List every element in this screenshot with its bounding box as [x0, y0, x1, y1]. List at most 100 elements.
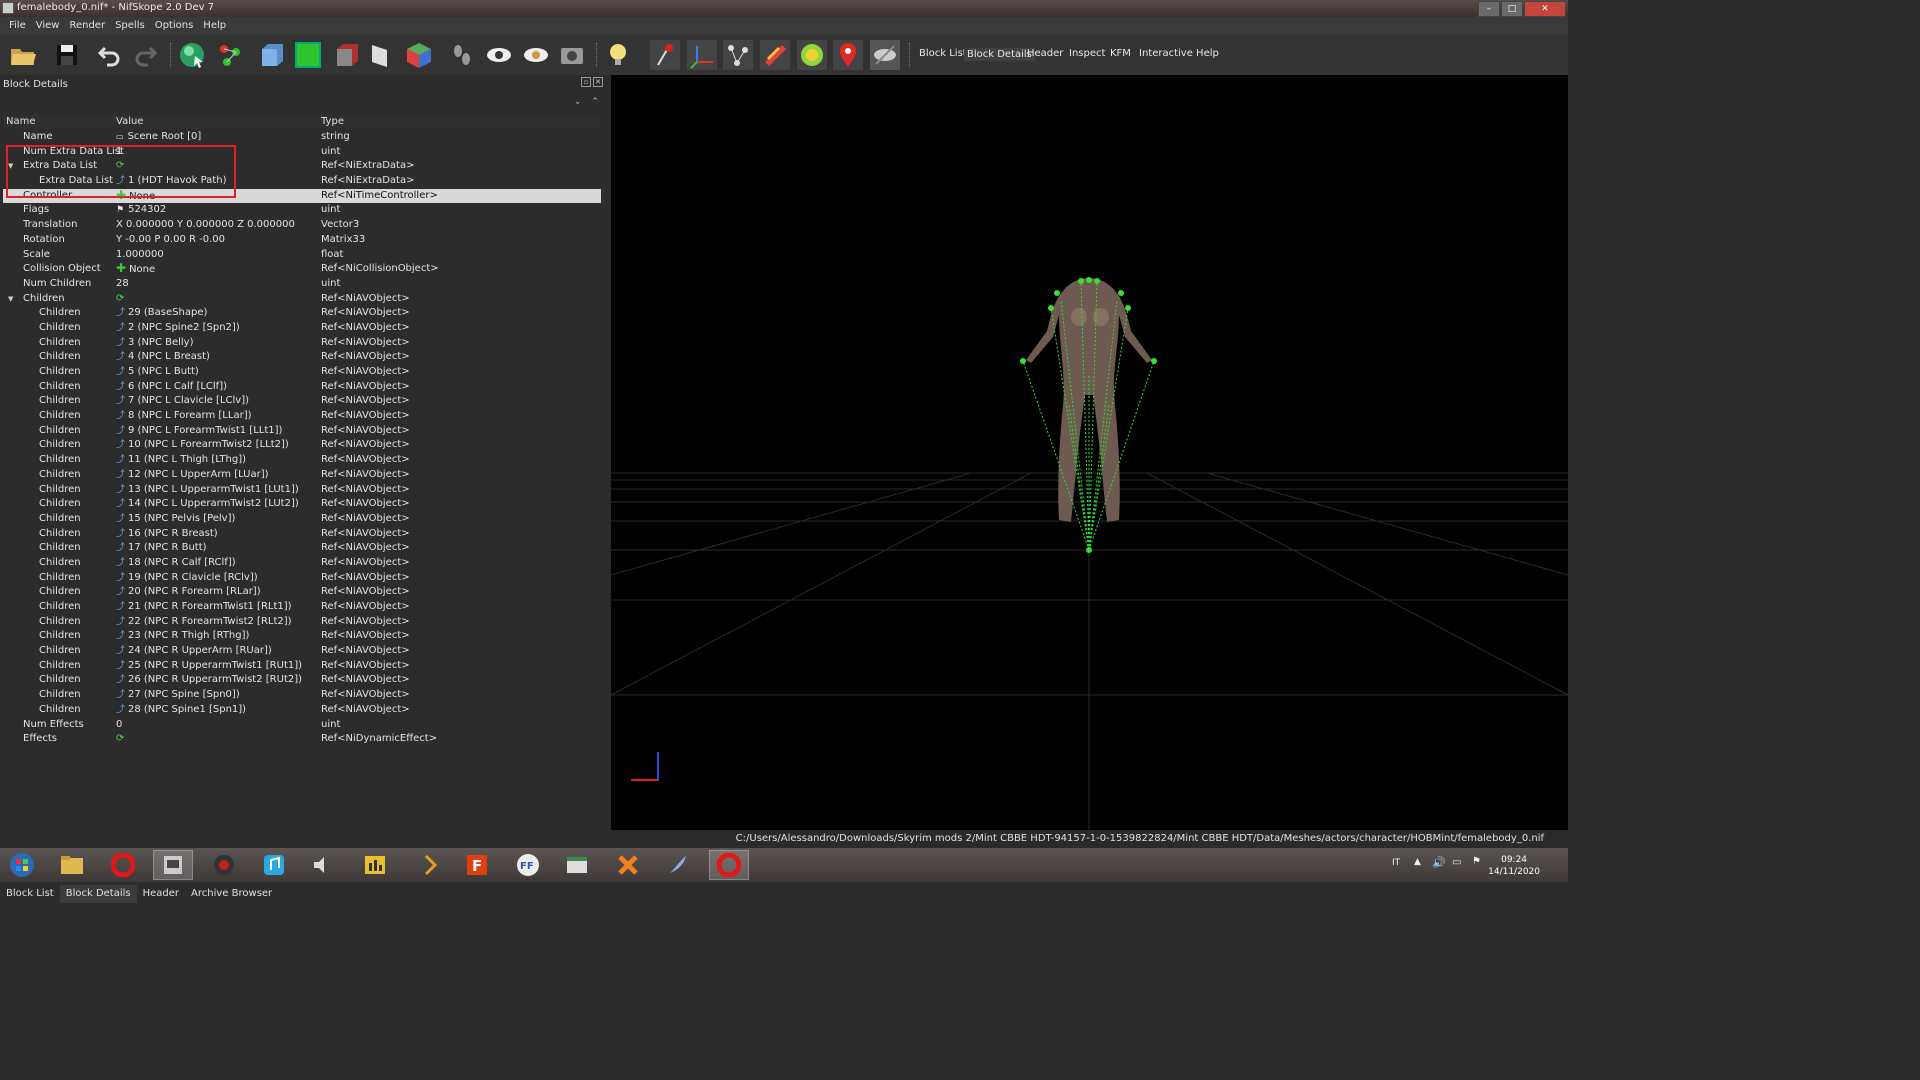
select-object-icon[interactable] [177, 40, 207, 70]
tree-row[interactable]: Children ⤴ 4 (NPC L Breast) Ref<NiAVObject> [3, 350, 601, 365]
row-value[interactable]: ✚ None [116, 262, 155, 275]
row-value[interactable]: ⤴ 8 (NPC L Forearm [LLar]) [116, 410, 252, 421]
tree-row[interactable]: Children ⤴ 24 (NPC R UpperArm [RUar]) Ref<N… [3, 644, 601, 659]
taskbar-nifskope[interactable] [153, 850, 193, 880]
tree-row[interactable]: Rotation Y -0.00 P 0.00 R -0.00 Matrix33 [3, 233, 601, 248]
tree-row[interactable]: Children ⤴ 27 (NPC Spine [Spn0]) Ref<NiAVOb… [3, 688, 601, 703]
row-value[interactable]: ⤴ 27 (NPC Spine [Spn0]) [116, 689, 240, 700]
row-value[interactable]: X 0.000000 Y 0.000000 Z 0.000000 [116, 219, 295, 230]
taskbar-app-5[interactable] [254, 850, 294, 880]
row-value[interactable]: ▭ Scene Root [0] [116, 131, 201, 142]
menu-render[interactable]: Render [64, 17, 110, 35]
close-panel-button[interactable]: ✕ [593, 77, 603, 87]
tab-inspect[interactable]: Inspect [1069, 48, 1105, 59]
column-value[interactable]: Value [116, 116, 143, 127]
tree-row[interactable]: Children ⤴ 11 (NPC L Thigh [LThg]) Ref<NiAV… [3, 453, 601, 468]
row-value[interactable]: ⟳ [116, 293, 124, 304]
taskbar-explorer[interactable] [52, 850, 92, 880]
tree-row[interactable]: Num Children 28 uint [3, 277, 601, 292]
row-value[interactable]: ⤴ 18 (NPC R Calf [RClf]) [116, 557, 236, 568]
row-value[interactable]: 1 [116, 146, 122, 157]
tree-row[interactable]: Children ⤴ 16 (NPC R Breast) Ref<NiAVObject… [3, 527, 601, 542]
show-hidden-icon[interactable] [484, 40, 514, 70]
save-icon[interactable] [52, 40, 82, 70]
taskbar-app-8[interactable] [410, 850, 450, 880]
tree-row[interactable]: Children ⤴ 2 (NPC Spine2 [Spn2]) Ref<NiAVOb… [3, 321, 601, 336]
tree-row[interactable]: Children ⤴ 15 (NPC Pelvis [Pelv]) Ref<NiAVO… [3, 512, 601, 527]
skeleton-nodes-icon[interactable] [215, 40, 245, 70]
row-value[interactable]: 28 [116, 278, 129, 289]
tree-row[interactable]: Children ⤴ 10 (NPC L ForearmTwist2 [LLt2])… [3, 438, 601, 453]
screenshot-icon[interactable] [557, 40, 587, 70]
undo-icon[interactable] [95, 40, 125, 70]
taskbar-opera[interactable] [103, 850, 143, 880]
tab-header[interactable]: Header [1027, 48, 1063, 59]
flag-icon[interactable]: ⚑ [1472, 856, 1481, 867]
show-axes-icon[interactable] [650, 40, 680, 70]
tab-archive-browser[interactable]: Archive Browser [185, 885, 278, 903]
tree-row[interactable]: Controller ✚ None Ref<NiTimeController> [3, 188, 601, 204]
tree-row[interactable]: Collision Object ✚ None Ref<NiCollisionObje… [3, 262, 601, 277]
row-value[interactable]: ⤴ 11 (NPC L Thigh [LThg]) [116, 454, 246, 465]
row-value[interactable]: ⤴ 5 (NPC L Butt) [116, 366, 199, 377]
taskbar-app-9[interactable]: F [457, 850, 497, 880]
row-value[interactable]: ⤴ 20 (NPC R Forearm [RLar]) [116, 586, 261, 597]
tab-block-list[interactable]: Block List [919, 48, 967, 59]
row-value[interactable]: ⟳ [116, 733, 124, 744]
taskbar-app-11[interactable] [557, 850, 597, 880]
walk-mode-icon[interactable] [447, 40, 477, 70]
menu-view[interactable]: View [31, 17, 65, 35]
row-value[interactable]: ⤴ 17 (NPC R Butt) [116, 542, 207, 553]
tab-interactive-help[interactable]: Interactive Help [1139, 48, 1219, 59]
view-front-icon[interactable] [257, 40, 287, 70]
taskbar-app-12[interactable] [608, 850, 648, 880]
view-perspective-icon[interactable] [404, 40, 434, 70]
show-visible-icon[interactable] [521, 40, 551, 70]
tree-row[interactable]: Children ⤴ 6 (NPC L Calf [LClf]) Ref<NiAVOb… [3, 380, 601, 395]
row-value[interactable]: ⤴ 15 (NPC Pelvis [Pelv]) [116, 513, 235, 524]
tree-row[interactable]: Children ⤴ 7 (NPC L Clavicle [LClv]) Ref<Ni… [3, 394, 601, 409]
maximize-button[interactable]: □ [1501, 1, 1523, 17]
row-value[interactable]: ⤴ 26 (NPC R UpperarmTwist2 [RUt2]) [116, 674, 302, 685]
tree-row[interactable]: Children ⤴ 22 (NPC R ForearmTwist2 [RLt2])… [3, 615, 601, 630]
tab-header-bottom[interactable]: Header [137, 885, 185, 903]
row-value[interactable]: ⚑ 524302 [116, 204, 166, 215]
row-value[interactable]: ⤴ 29 (BaseShape) [116, 307, 207, 318]
chevron-down-icon[interactable]: ⌄ [574, 97, 582, 107]
tab-block-details-bottom[interactable]: Block Details [59, 885, 137, 903]
row-value[interactable]: ⤴ 22 (NPC R ForearmTwist2 [RLt2]) [116, 616, 292, 627]
taskbar-app-13[interactable] [658, 850, 698, 880]
row-value[interactable]: ⤴ 12 (NPC L UpperArm [LUar]) [116, 469, 269, 480]
show-havok-icon[interactable] [760, 40, 790, 70]
volume-icon[interactable]: 🔊 [1432, 856, 1446, 869]
taskbar-opera-2[interactable] [709, 850, 749, 880]
view-side-icon[interactable] [332, 40, 362, 70]
taskbar-app-4[interactable] [204, 850, 244, 880]
row-value[interactable]: ⤴ 19 (NPC R Clavicle [RClv]) [116, 572, 258, 583]
taskbar-app-7[interactable] [355, 850, 395, 880]
row-value[interactable]: ⤴ 2 (NPC Spine2 [Spn2]) [116, 322, 240, 333]
menu-spells[interactable]: Spells [110, 17, 150, 35]
tree-row[interactable]: Extra Data List ⤴ 1 (HDT Havok Path) Ref<Ni… [3, 174, 601, 189]
row-value[interactable]: 1.000000 [116, 249, 164, 260]
tree-row[interactable]: Num Extra Data List 1 uint [3, 145, 601, 160]
tree-row[interactable]: Name ▭ Scene Root [0] string [3, 130, 601, 145]
float-panel-button[interactable]: ▫ [581, 77, 591, 87]
tree-row[interactable]: ▼ Extra Data List ⟳ Ref<NiExtraData> [3, 159, 601, 174]
tree-row[interactable]: Children ⤴ 29 (BaseShape) Ref<NiAVObject> [3, 306, 601, 321]
add-icon[interactable]: ✚ [116, 188, 126, 202]
tree-row[interactable]: Num Effects 0 uint [3, 718, 601, 733]
tab-block-details[interactable]: Block Details [964, 48, 1035, 61]
tree-row[interactable]: Children ⤴ 13 (NPC L UpperarmTwist1 [LUt1]… [3, 483, 601, 498]
column-name[interactable]: Name [6, 116, 36, 127]
row-value[interactable]: ⤴ 21 (NPC R ForearmTwist1 [RLt1]) [116, 601, 292, 612]
row-value[interactable]: ⤴ 16 (NPC R Breast) [116, 528, 218, 539]
tree-row[interactable]: Children ⤴ 14 (NPC L UpperarmTwist2 [LUt2]… [3, 497, 601, 512]
row-value[interactable]: ⤴ 10 (NPC L ForearmTwist2 [LLt2]) [116, 439, 289, 450]
tree-row[interactable]: Children ⤴ 18 (NPC R Calf [RClf]) Ref<NiAVO… [3, 556, 601, 571]
tray-expand-icon[interactable]: ▲ [1414, 857, 1421, 867]
row-value[interactable]: ⤴ 28 (NPC Spine1 [Spn1]) [116, 704, 246, 715]
menu-help[interactable]: Help [198, 17, 231, 35]
tree-row[interactable]: Children ⤴ 17 (NPC R Butt) Ref<NiAVObject> [3, 541, 601, 556]
refresh-icon[interactable]: ⟳ [116, 293, 124, 304]
